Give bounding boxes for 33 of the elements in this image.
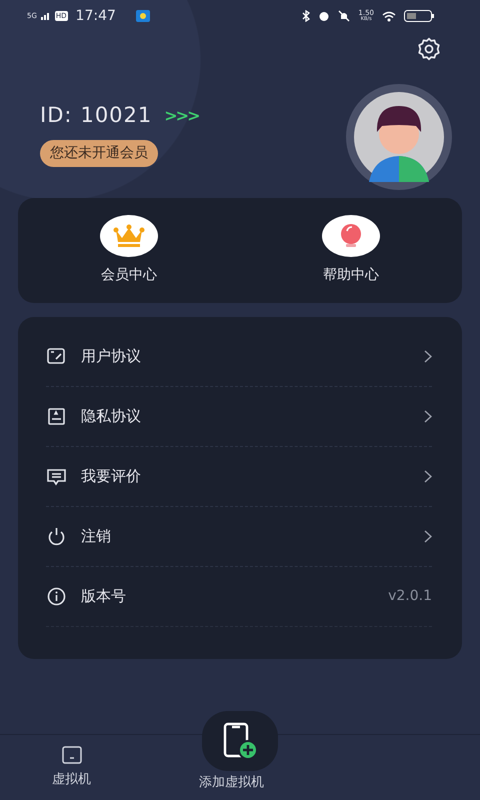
power-icon (46, 526, 67, 547)
membership-status-button[interactable]: 您还未开通会员 (40, 140, 158, 166)
chevron-right-icon (424, 410, 432, 423)
clock-time: 17:47 (76, 6, 116, 26)
battery-icon (404, 10, 434, 22)
chevron-right-icon (424, 530, 432, 543)
arrow-chevrons[interactable]: >>> (164, 104, 198, 128)
add-device-button[interactable] (202, 711, 278, 771)
shortcut-button[interactable]: 会员中心 (100, 215, 158, 286)
user-id-label: ID: (40, 102, 72, 129)
settings-icon[interactable] (416, 36, 442, 62)
menu-item[interactable]: 隐私协议 (46, 387, 432, 447)
version-number: v2.0.1 (388, 587, 432, 606)
nav-tab[interactable]: 虚拟机 (48, 746, 91, 790)
user-id: 10021 (80, 102, 152, 129)
shortcut-button[interactable]: 帮助中心 (322, 215, 380, 286)
chevron-right-icon (424, 470, 432, 483)
chevron-right-icon (424, 350, 432, 363)
menu-item[interactable]: 用户协议 (46, 327, 432, 387)
menu-item[interactable]: 我要评价 (46, 447, 432, 507)
mute-icon (338, 10, 350, 22)
info-icon (46, 586, 67, 607)
comment-icon (46, 466, 67, 487)
edit-icon (46, 346, 67, 367)
bluetooth-icon (302, 10, 310, 22)
screen-icon (62, 746, 82, 764)
wifi-icon (382, 10, 396, 22)
nav-label[interactable]: 添加虚拟机 (199, 773, 264, 792)
menu-label: 版本号 (81, 586, 127, 608)
signal-icon (40, 12, 51, 20)
menu-item[interactable]: 注销 (46, 507, 432, 567)
app-notification-icon (136, 10, 150, 22)
profile-card-icon (46, 406, 67, 427)
